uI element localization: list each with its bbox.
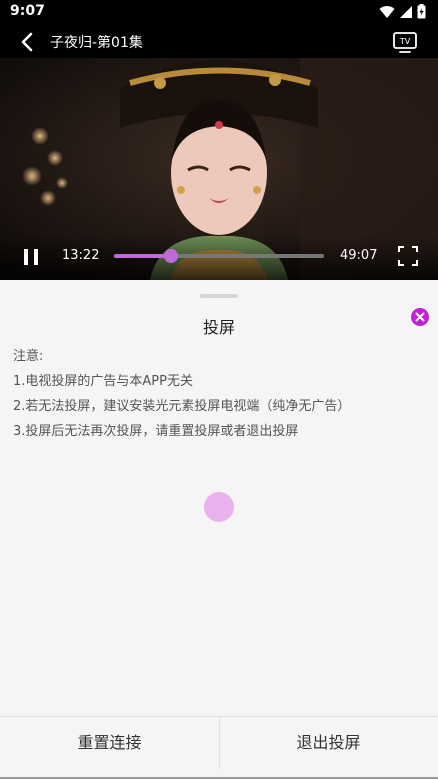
close-icon[interactable]: [411, 308, 429, 326]
progress-thumb[interactable]: [163, 249, 178, 263]
pause-icon[interactable]: [20, 246, 42, 268]
video-title: 子夜归-第01集: [50, 35, 143, 51]
note-item: 2.若无法投屏，建议安装光元素投屏电视端（纯净无广告）: [13, 399, 351, 414]
battery-icon: [417, 4, 426, 19]
drag-handle[interactable]: [200, 294, 238, 298]
note-item: 3.投屏后无法再次投屏，请重置投屏或者退出投屏: [13, 424, 299, 439]
title-bar: 子夜归-第01集 TV: [0, 24, 438, 58]
status-icons: [379, 4, 426, 19]
note-header: 注意:: [13, 349, 44, 364]
exit-cast-button[interactable]: 退出投屏: [219, 717, 438, 769]
cast-notes: 注意: 1.电视投屏的广告与本APP无关 2.若无法投屏，建议安装光元素投屏电视…: [13, 344, 350, 444]
status-time: 9:07: [10, 3, 45, 19]
loading-spinner: [204, 492, 234, 522]
tv-icon[interactable]: TV: [392, 30, 418, 54]
progress-bar[interactable]: [114, 249, 324, 263]
note-item: 1.电视投屏的广告与本APP无关: [13, 374, 193, 389]
svg-text:TV: TV: [399, 37, 411, 46]
sheet-footer: 重置连接 退出投屏: [0, 716, 438, 780]
fullscreen-icon[interactable]: [398, 246, 418, 266]
player-controls: 13:22 49:07: [0, 238, 438, 280]
back-icon[interactable]: [14, 28, 42, 56]
signal-icon: [400, 5, 412, 18]
current-time: 13:22: [62, 248, 100, 263]
cast-sheet: 投屏 注意: 1.电视投屏的广告与本APP无关 2.若无法投屏，建议安装光元素投…: [0, 280, 438, 780]
progress-fill: [114, 254, 171, 258]
wifi-icon: [379, 5, 395, 18]
total-time: 49:07: [340, 248, 378, 263]
reset-connection-button[interactable]: 重置连接: [0, 717, 219, 769]
status-bar: 9:07: [0, 0, 438, 24]
sheet-title: 投屏: [202, 318, 235, 337]
